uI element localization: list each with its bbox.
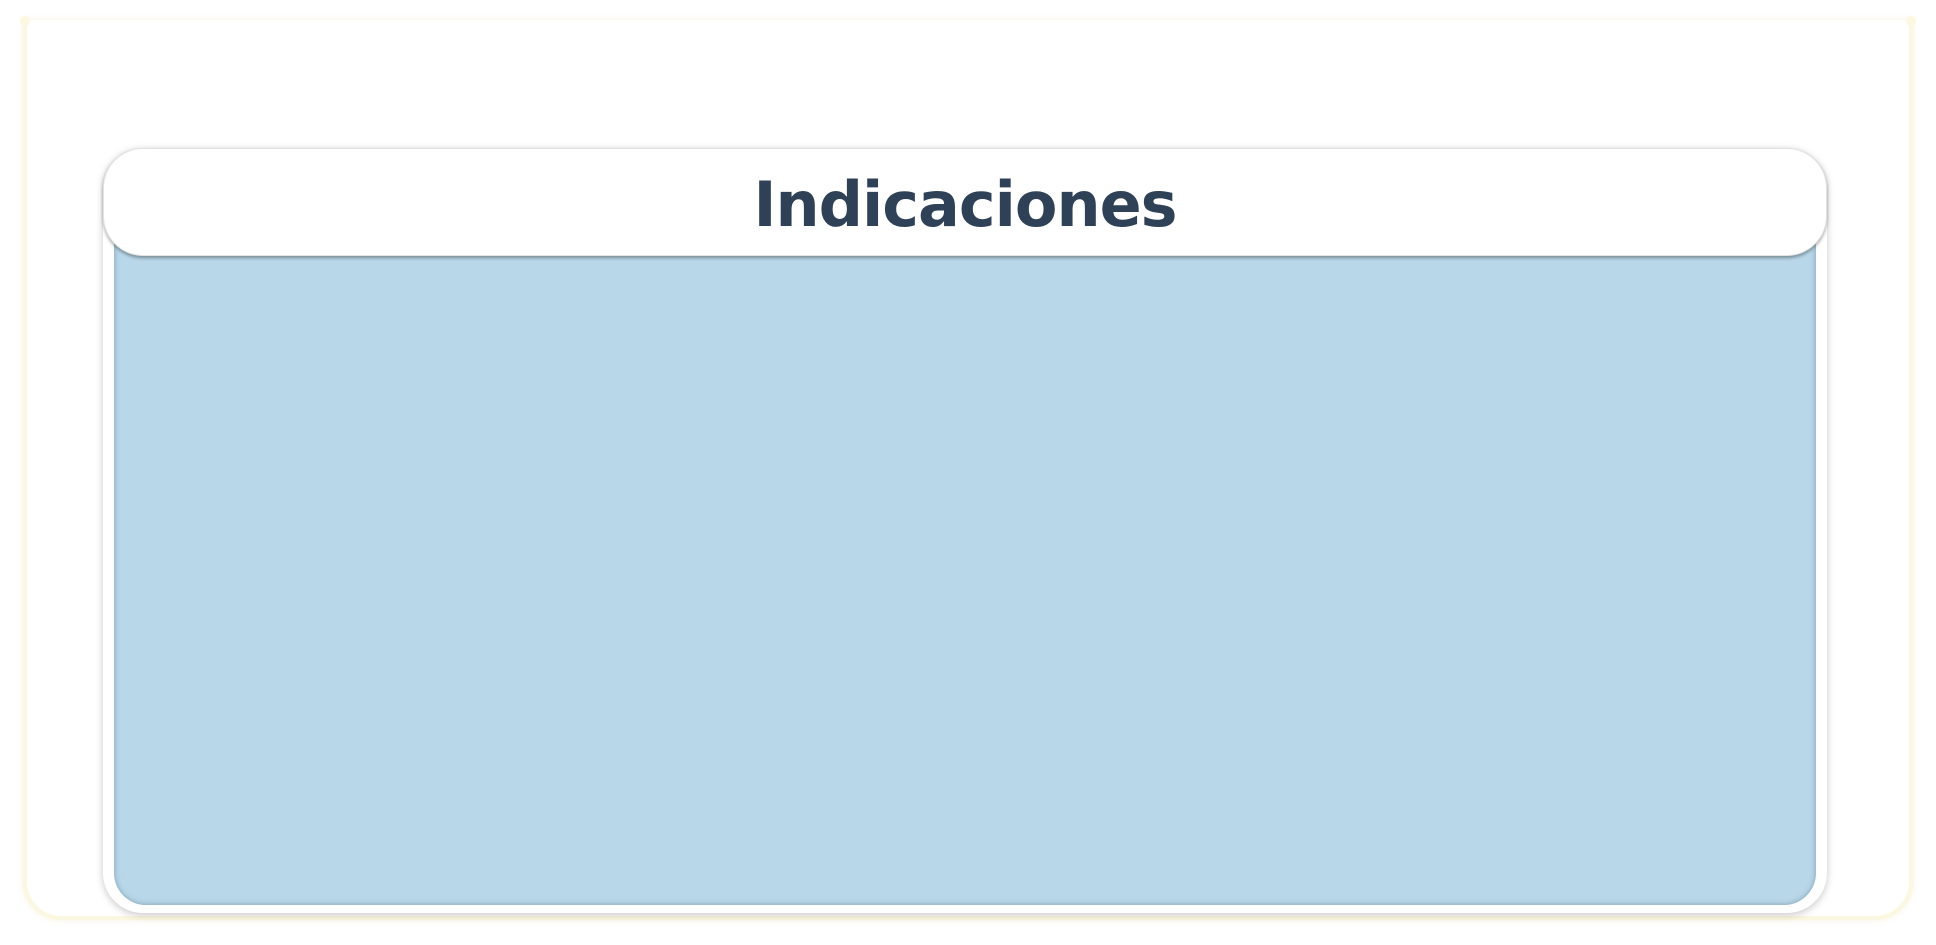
card-header: Indicaciones [103,148,1827,256]
page-title: Indicaciones [753,168,1177,241]
instructions-card: Indicaciones [103,148,1827,913]
instructions-content-panel [114,208,1816,905]
